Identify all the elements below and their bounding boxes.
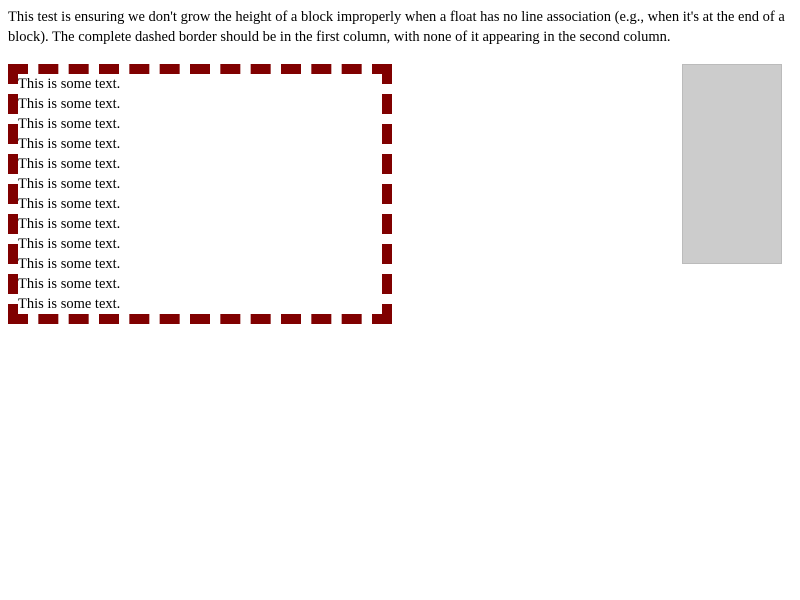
text-line: This is some text. [18,216,121,232]
text-line: This is some text. [18,176,121,192]
text-line: This is some text. [18,96,121,112]
text-line: This is some text. [18,76,121,92]
gray-float-block [682,64,782,264]
text-line: This is some text. [18,116,121,132]
text-line: This is some text. [18,276,121,292]
text-line: This is some text. [18,236,121,252]
text-line: This is some text. [18,136,121,152]
text-line: This is some text. [18,256,121,272]
text-line: This is some text. [18,156,121,172]
text-line: This is some text. [18,196,121,212]
text-line: This is some text. [18,296,121,312]
test-description: This test is ensuring we don't grow the … [8,9,785,45]
text-lines: This is some text. This is some text. Th… [18,74,120,314]
